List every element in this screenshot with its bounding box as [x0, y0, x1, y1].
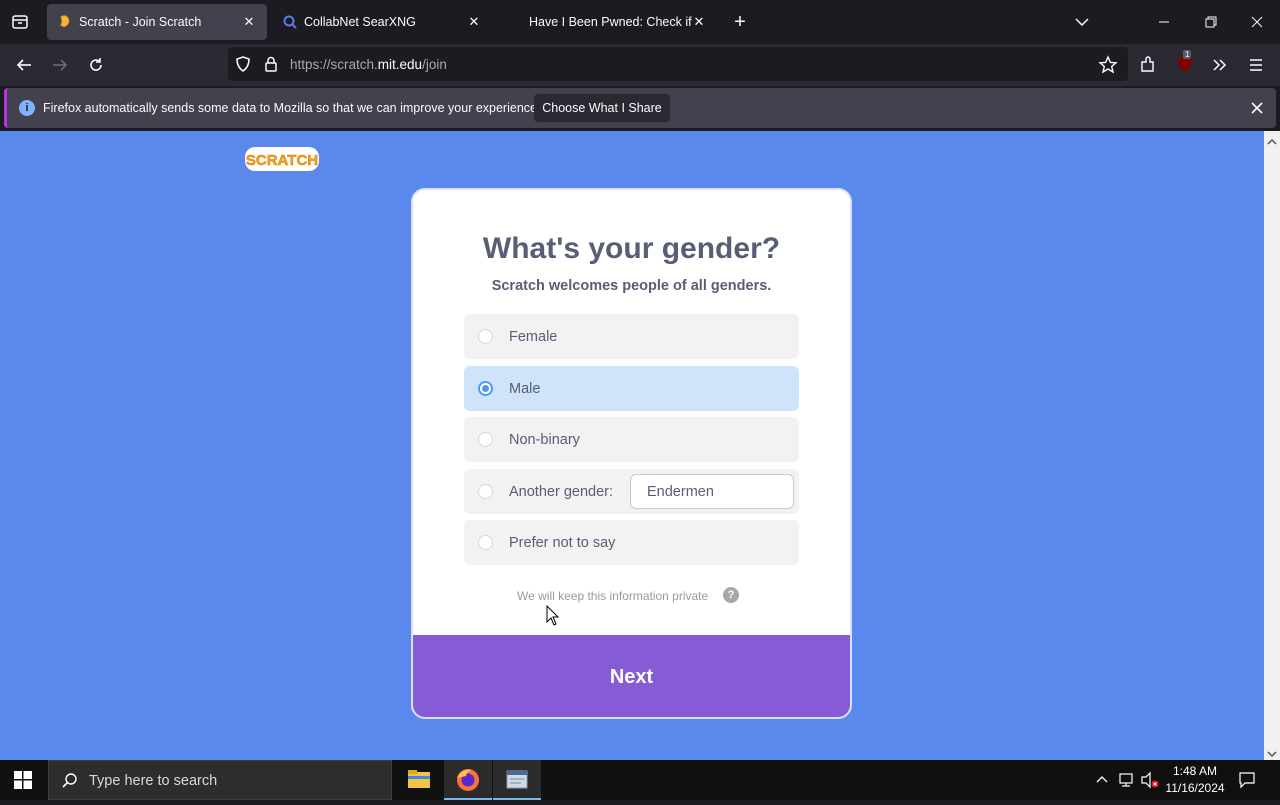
tray-chevron-up-icon[interactable]: [1095, 773, 1109, 787]
radio-non-binary[interactable]: [478, 432, 493, 447]
choose-what-i-share-button[interactable]: Choose What I Share: [534, 94, 670, 122]
option-male[interactable]: Male: [464, 366, 799, 411]
option-label: Male: [509, 381, 541, 397]
windows-taskbar: Type here to search 1:48 AM 11/16/2024: [0, 760, 1280, 800]
option-label: Non-binary: [509, 432, 580, 448]
page-subtitle: Scratch welcomes people of all genders.: [491, 278, 772, 294]
file-explorer-taskbar-icon[interactable]: [395, 760, 443, 800]
clock-time: 1:48 AM: [1172, 764, 1218, 778]
privacy-note: We will keep this information private: [517, 589, 709, 603]
option-prefer-not-to-say[interactable]: Prefer not to say: [464, 520, 799, 565]
another-gender-input[interactable]: [630, 474, 794, 509]
help-question-icon[interactable]: ?: [723, 587, 739, 603]
radio-prefer-not-to-say[interactable]: [478, 535, 493, 550]
clock-date: 11/16/2024: [1165, 781, 1225, 795]
radio-female[interactable]: [478, 329, 493, 344]
mouse-cursor-icon: [546, 604, 560, 627]
system-clock[interactable]: 1:48 AM 11/16/2024: [1160, 763, 1230, 797]
option-non-binary[interactable]: Non-binary: [464, 417, 799, 462]
svg-text:SCRATCH: SCRATCH: [246, 152, 318, 169]
page-title: What's your gender?: [482, 232, 781, 265]
volume-muted-icon[interactable]: [1140, 771, 1160, 789]
lock-icon[interactable]: [262, 55, 280, 73]
search-placeholder: Type here to search: [89, 773, 218, 789]
radio-another-gender[interactable]: [478, 484, 493, 499]
tab-label: Have I Been Pwned: Check if yo: [529, 15, 694, 29]
new-tab-icon[interactable]: +: [728, 10, 752, 34]
info-icon: i: [19, 100, 35, 116]
tab-list-chevron-icon[interactable]: [1070, 10, 1094, 34]
tab-label: CollabNet SearXNG: [304, 15, 416, 29]
search-icon: [61, 772, 79, 790]
notification-text: Firefox automatically sends some data to…: [43, 101, 541, 115]
close-window-icon[interactable]: [1245, 10, 1269, 34]
overflow-chevrons-icon[interactable]: [1210, 55, 1230, 75]
bookmark-star-icon[interactable]: [1098, 55, 1118, 75]
close-tab-icon[interactable]: ✕: [464, 12, 484, 32]
restore-icon[interactable]: [1198, 10, 1222, 34]
scratch-logo[interactable]: SCRATCH: [244, 145, 320, 173]
tab-scratch[interactable]: Scratch - Join Scratch ✕: [47, 4, 267, 40]
minimize-icon[interactable]: [1152, 10, 1176, 34]
address-bar[interactable]: https://scratch.mit.edu/join: [228, 47, 1128, 81]
reload-button[interactable]: [81, 50, 111, 80]
tab-label: Scratch - Join Scratch: [79, 15, 202, 29]
close-tab-icon[interactable]: ✕: [239, 12, 259, 32]
network-icon[interactable]: [1117, 771, 1135, 789]
next-button[interactable]: Next: [413, 635, 850, 717]
tab-haveibeenpwned[interactable]: Have I Been Pwned: Check if yo ✕: [497, 4, 717, 40]
extension-badge: 1: [1183, 50, 1192, 59]
hamburger-menu-icon[interactable]: [1246, 55, 1266, 75]
extensions-icon[interactable]: [1138, 55, 1158, 75]
back-button[interactable]: [9, 50, 39, 80]
tab-searxng[interactable]: CollabNet SearXNG ✕: [272, 4, 492, 40]
scratch-favicon-icon: [57, 14, 73, 30]
option-label: Another gender:: [509, 484, 613, 500]
scroll-up-icon[interactable]: [1267, 134, 1277, 145]
tab-overview-icon[interactable]: [8, 10, 32, 34]
option-label: Prefer not to say: [509, 535, 616, 551]
url-text[interactable]: https://scratch.mit.edu/join: [290, 57, 447, 72]
tab-bar: Scratch - Join Scratch ✕ CollabNet SearX…: [0, 0, 1280, 44]
telemetry-notification-bar: i Firefox automatically sends some data …: [4, 88, 1276, 128]
search-favicon-icon: [282, 14, 298, 30]
tracking-shield-icon[interactable]: [234, 55, 252, 73]
firefox-taskbar-icon[interactable]: [444, 760, 492, 800]
notifications-icon[interactable]: [1238, 771, 1256, 789]
ublock-extension-icon[interactable]: 1: [1175, 50, 1195, 74]
option-female[interactable]: Female: [464, 314, 799, 359]
scroll-down-icon[interactable]: [1267, 746, 1277, 758]
gender-step-card: What's your gender? Scratch welcomes peo…: [411, 188, 852, 719]
forward-button[interactable]: [45, 50, 75, 80]
app-window-taskbar-icon[interactable]: [493, 760, 541, 800]
page-scrollbar[interactable]: [1264, 131, 1280, 760]
option-label: Female: [509, 329, 558, 345]
radio-male[interactable]: [478, 381, 493, 396]
close-notification-icon[interactable]: [1247, 98, 1267, 118]
page-viewport: SCRATCH What's your gender? Scratch welc…: [0, 131, 1264, 760]
taskbar-search-box[interactable]: Type here to search: [48, 760, 392, 800]
windows-start-icon[interactable]: [14, 771, 32, 789]
option-another-gender[interactable]: Another gender:: [464, 469, 799, 514]
close-tab-icon[interactable]: ✕: [689, 12, 709, 32]
